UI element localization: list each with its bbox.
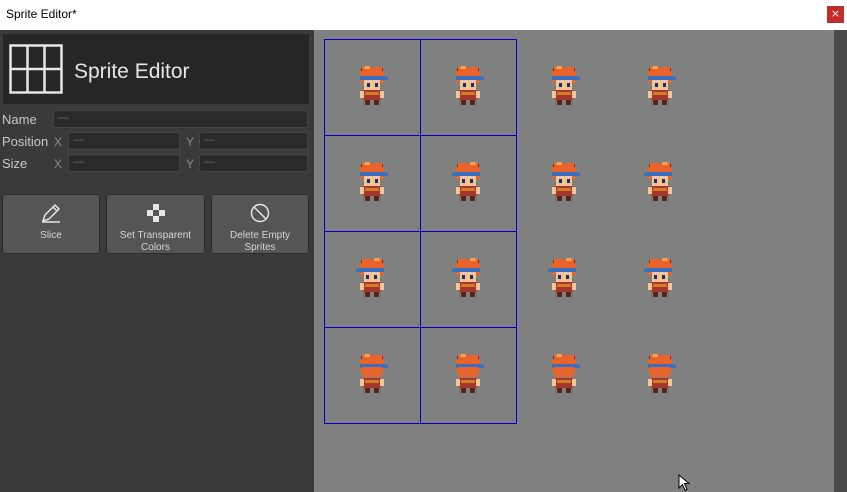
delete-empty-sprites-label: Delete Empty Sprites xyxy=(229,230,291,253)
set-transparent-colors-label: Set Transparent Colors xyxy=(119,230,192,253)
panel-header: Sprite Editor xyxy=(3,34,309,104)
character-sprite[interactable] xyxy=(540,255,588,299)
character-sprite[interactable] xyxy=(636,63,684,107)
character-sprite[interactable] xyxy=(540,159,588,203)
pencil-icon xyxy=(41,203,61,223)
name-field[interactable]: — xyxy=(53,110,308,128)
character-sprite[interactable] xyxy=(636,351,684,395)
size-y-field[interactable]: — xyxy=(199,154,308,172)
set-transparent-colors-button[interactable]: Set Transparent Colors xyxy=(106,194,205,254)
character-sprite[interactable] xyxy=(348,351,396,395)
mouse-cursor-icon xyxy=(678,474,691,492)
vertical-scrollbar[interactable] xyxy=(834,30,847,492)
size-label: Size xyxy=(2,156,28,171)
character-sprite[interactable] xyxy=(540,63,588,107)
name-label: Name xyxy=(2,112,37,127)
size-y-label: Y xyxy=(186,157,195,171)
character-sprite[interactable] xyxy=(636,255,684,299)
title-bar: Sprite Editor* × xyxy=(0,0,847,30)
checker-icon xyxy=(146,204,165,222)
close-button[interactable]: × xyxy=(827,6,844,23)
position-label: Position xyxy=(2,134,49,149)
position-x-field[interactable]: — xyxy=(68,132,180,150)
slice-button[interactable]: Slice xyxy=(2,194,100,254)
grid-icon xyxy=(9,44,63,94)
delete-empty-sprites-button[interactable]: Delete Empty Sprites xyxy=(211,194,309,254)
character-sprite[interactable] xyxy=(348,255,396,299)
slice-label: Slice xyxy=(40,230,62,241)
character-sprite[interactable] xyxy=(636,159,684,203)
window-title: Sprite Editor* xyxy=(6,7,77,21)
no-entry-icon xyxy=(250,203,270,223)
inspector-panel: Sprite Editor Name — Position X — Y — Si… xyxy=(0,30,314,492)
character-sprite[interactable] xyxy=(348,63,396,107)
position-y-field[interactable]: — xyxy=(199,132,308,150)
character-sprite[interactable] xyxy=(540,351,588,395)
position-y-label: Y xyxy=(186,135,195,149)
character-sprite[interactable] xyxy=(444,63,492,107)
scrollbar-thumb[interactable] xyxy=(834,30,847,492)
sprite-sheet-canvas[interactable] xyxy=(314,30,834,492)
position-x-label: X xyxy=(54,135,63,149)
panel-heading: Sprite Editor xyxy=(74,60,190,83)
size-x-field[interactable]: — xyxy=(68,154,180,172)
size-x-label: X xyxy=(54,157,63,171)
character-sprite[interactable] xyxy=(444,159,492,203)
character-sprite[interactable] xyxy=(444,255,492,299)
character-sprite[interactable] xyxy=(348,159,396,203)
character-sprite[interactable] xyxy=(444,351,492,395)
